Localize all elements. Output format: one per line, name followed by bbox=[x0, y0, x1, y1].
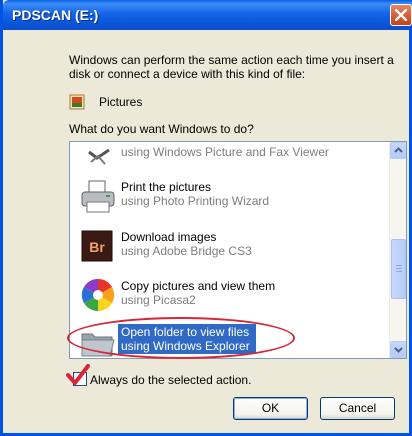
picture-fax-viewer-icon bbox=[88, 148, 110, 165]
annotation-circle bbox=[67, 317, 295, 359]
intro-text: Windows can perform the same action each… bbox=[69, 53, 394, 81]
action-subtitle: using Picasa2 bbox=[121, 293, 196, 307]
ok-button[interactable]: OK bbox=[233, 397, 308, 420]
action-title: Copy pictures and view them bbox=[121, 279, 276, 293]
title-bar[interactable]: PDSCAN (E:) bbox=[3, 0, 412, 30]
list-scrollbar[interactable] bbox=[389, 142, 406, 358]
scroll-thumb[interactable] bbox=[391, 239, 406, 299]
list-item-print[interactable]: Print the pictures using Photo Printing … bbox=[70, 169, 388, 221]
close-icon bbox=[395, 9, 407, 21]
close-button[interactable] bbox=[390, 4, 412, 26]
scroll-grip-line bbox=[396, 268, 402, 269]
scroll-grip-line bbox=[396, 265, 402, 266]
adobe-bridge-icon: Br bbox=[81, 230, 113, 262]
red-check-annotation-icon bbox=[66, 364, 90, 385]
scroll-up-button[interactable] bbox=[390, 142, 406, 159]
printer-icon bbox=[81, 180, 115, 213]
picasa-icon bbox=[81, 278, 115, 312]
window-title: PDSCAN (E:) bbox=[12, 7, 99, 23]
content-type-label: Pictures bbox=[99, 95, 143, 109]
action-title: Download images bbox=[121, 230, 217, 244]
chevron-down-icon bbox=[394, 347, 403, 353]
scroll-down-button[interactable] bbox=[390, 341, 406, 358]
question-text: What do you want Windows to do? bbox=[69, 122, 254, 136]
action-subtitle: using Photo Printing Wizard bbox=[121, 194, 270, 208]
action-title: Print the pictures bbox=[121, 180, 212, 194]
list-item-picasa[interactable]: Copy pictures and view them using Picasa… bbox=[70, 268, 388, 320]
always-do-label: Always do the selected action. bbox=[90, 373, 252, 387]
cancel-button[interactable]: Cancel bbox=[320, 397, 395, 420]
pictures-icon bbox=[69, 94, 85, 110]
scroll-grip-line bbox=[396, 271, 402, 272]
chevron-up-icon bbox=[394, 147, 403, 153]
action-subtitle: using Adobe Bridge CS3 bbox=[121, 244, 252, 258]
autoplay-dialog: PDSCAN (E:) Windows can perform the same… bbox=[0, 0, 412, 436]
adobe-bridge-icon-text: Br bbox=[89, 239, 105, 255]
list-item-adobe-bridge[interactable]: Br Download images using Adobe Bridge CS… bbox=[70, 219, 388, 271]
action-subtitle: using Windows Picture and Fax Viewer bbox=[121, 145, 329, 159]
